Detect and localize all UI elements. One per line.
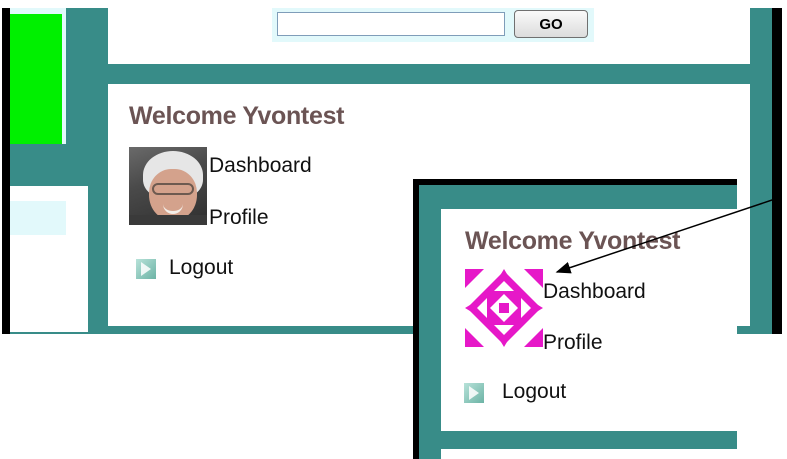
- annotation-arrow-icon: [555, 197, 779, 274]
